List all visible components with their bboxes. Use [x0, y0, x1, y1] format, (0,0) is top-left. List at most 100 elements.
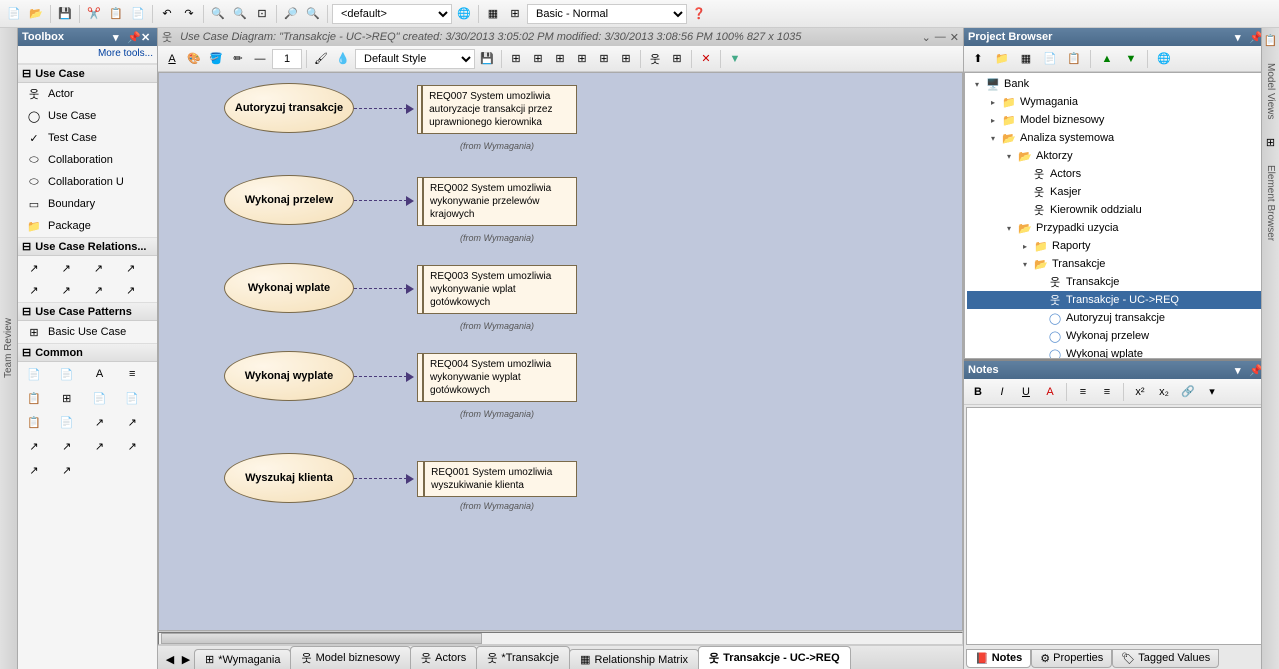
align3-icon[interactable]: ⊞	[550, 49, 570, 69]
c1-icon[interactable]: 📄	[26, 366, 42, 382]
c9-icon[interactable]: 📋	[26, 414, 42, 430]
dropdown2-icon[interactable]: ▾	[1202, 382, 1222, 402]
pb-t4-icon[interactable]: 📄	[1040, 49, 1060, 69]
pin-icon[interactable]: 📌	[127, 31, 139, 43]
sub-icon[interactable]: x₂	[1154, 382, 1174, 402]
usecase-przelew[interactable]: Wykonaj przelew	[224, 175, 354, 225]
tree-kierownik[interactable]: 웃Kierownik oddzialu	[967, 201, 1276, 219]
c7-icon[interactable]: 📄	[92, 390, 108, 406]
connector-2[interactable]	[354, 200, 412, 201]
line-width[interactable]	[272, 49, 302, 69]
c17-icon[interactable]: ↗	[26, 462, 42, 478]
new-icon[interactable]: 📄	[4, 4, 24, 24]
rel3-icon[interactable]: ↗	[91, 260, 107, 276]
tab-transakcje[interactable]: 웃*Transakcje	[476, 646, 570, 669]
pb-down-icon[interactable]: ▼	[1121, 49, 1141, 69]
rel5-icon[interactable]: ↗	[26, 282, 42, 298]
tab-model-biznesowy[interactable]: 웃Model biznesowy	[290, 646, 411, 669]
tab-next[interactable]: ▶	[178, 649, 194, 669]
tree-transakcje-req[interactable]: 웃Transakcje - UC->REQ	[967, 291, 1276, 309]
section-usecase[interactable]: ⊟Use Case	[18, 64, 157, 83]
notes-tab-notes[interactable]: 📕Notes	[966, 649, 1031, 668]
italic-icon[interactable]: I	[992, 382, 1012, 402]
align1-icon[interactable]: ⊞	[506, 49, 526, 69]
tab-actors[interactable]: 웃Actors	[410, 646, 477, 669]
notes-tab-properties[interactable]: ⚙Properties	[1031, 649, 1112, 668]
rr-icon1[interactable]: 📋	[1264, 34, 1278, 47]
c12-icon[interactable]: ↗	[124, 414, 140, 430]
tab-relationship-matrix[interactable]: ▦Relationship Matrix	[569, 649, 699, 669]
search2-icon[interactable]: 🔍	[303, 4, 323, 24]
c6-icon[interactable]: ⊞	[59, 390, 75, 406]
c8-icon[interactable]: 📄	[124, 390, 140, 406]
pb-t1-icon[interactable]: ⬆	[968, 49, 988, 69]
bold-icon[interactable]: B	[968, 382, 988, 402]
pb-dropdown-icon[interactable]: ▾	[1235, 31, 1247, 43]
text-color-icon[interactable]: A	[1040, 382, 1060, 402]
notes-dropdown-icon[interactable]: ▾	[1235, 364, 1247, 376]
usecase-wyplate[interactable]: Wykonaj wyplate	[224, 351, 354, 401]
style-select[interactable]: Default Style	[355, 49, 475, 69]
align5-icon[interactable]: ⊞	[594, 49, 614, 69]
minimize-icon[interactable]: —	[935, 31, 946, 44]
diagram-canvas[interactable]: Autoryzuj transakcje REQ007 System umozl…	[158, 72, 963, 631]
req-001[interactable]: REQ001 System umozliwia wyszukiwanie kli…	[417, 461, 577, 497]
c18-icon[interactable]: ↗	[59, 462, 75, 478]
chevron-down-icon[interactable]: ⌄	[922, 31, 931, 44]
undo-icon[interactable]: ↶	[157, 4, 177, 24]
tab-wymagania[interactable]: ⊞*Wymagania	[194, 649, 291, 669]
cut-icon[interactable]: ✂️	[84, 4, 104, 24]
usecase-autoryzuj[interactable]: Autoryzuj transakcje	[224, 83, 354, 133]
item-actor[interactable]: 웃Actor	[18, 83, 157, 105]
connector-3[interactable]	[354, 288, 412, 289]
rel8-icon[interactable]: ↗	[123, 282, 139, 298]
notes-tab-tagged[interactable]: 🏷Tagged Values	[1112, 649, 1219, 668]
line-color-icon[interactable]: ✏	[228, 49, 248, 69]
help-icon[interactable]: 🌐	[454, 4, 474, 24]
align4-icon[interactable]: ⊞	[572, 49, 592, 69]
rel1-icon[interactable]: ↗	[26, 260, 42, 276]
connector-4[interactable]	[354, 376, 412, 377]
item-collaboration-u[interactable]: ⬭Collaboration U	[18, 171, 157, 193]
paste-icon[interactable]: 📄	[128, 4, 148, 24]
tab-transakcje-req[interactable]: 웃Transakcje - UC->REQ	[698, 646, 851, 669]
tree-model-biznesowy[interactable]: ▸📁Model biznesowy	[967, 111, 1276, 129]
connector-1[interactable]	[354, 108, 412, 109]
c15-icon[interactable]: ↗	[92, 438, 108, 454]
tree-wykonaj-wplate[interactable]: ◯Wykonaj wplate	[967, 345, 1276, 359]
more-tools-link[interactable]: More tools...	[18, 46, 157, 64]
tree-transakcje[interactable]: ▾📂Transakcje	[967, 255, 1276, 273]
copy-icon[interactable]: 📋	[106, 4, 126, 24]
c13-icon[interactable]: ↗	[26, 438, 42, 454]
grid-icon[interactable]: ▦	[483, 4, 503, 24]
save-icon[interactable]: 💾	[55, 4, 75, 24]
tool2-icon[interactable]: ⊞	[667, 49, 687, 69]
sup-icon[interactable]: x²	[1130, 382, 1150, 402]
color-icon[interactable]: 🎨	[184, 49, 204, 69]
rr-icon2[interactable]: ⊞	[1266, 136, 1275, 149]
dropper-icon[interactable]: 💧	[333, 49, 353, 69]
model-views-tab[interactable]: Model Views	[1263, 57, 1278, 126]
c11-icon[interactable]: ↗	[92, 414, 108, 430]
item-package[interactable]: 📁Package	[18, 215, 157, 237]
fill-icon[interactable]: 🪣	[206, 49, 226, 69]
left-rail[interactable]: Team Review	[0, 28, 18, 669]
default-combo[interactable]: <default>	[332, 4, 452, 24]
item-usecase[interactable]: ◯Use Case	[18, 105, 157, 127]
rel2-icon[interactable]: ↗	[58, 260, 74, 276]
align6-icon[interactable]: ⊞	[616, 49, 636, 69]
pb-up-icon[interactable]: ▲	[1097, 49, 1117, 69]
rel7-icon[interactable]: ↗	[91, 282, 107, 298]
zoom-in-icon[interactable]: 🔍	[208, 4, 228, 24]
underline-icon[interactable]: U	[1016, 382, 1036, 402]
save-style-icon[interactable]: 💾	[477, 49, 497, 69]
c5-icon[interactable]: 📋	[26, 390, 42, 406]
item-boundary[interactable]: ▭Boundary	[18, 193, 157, 215]
tree-kasjer[interactable]: 웃Kasjer	[967, 183, 1276, 201]
team-review-tab[interactable]: Team Review	[3, 318, 14, 378]
link-icon[interactable]: 🔗	[1178, 382, 1198, 402]
tree-przypadki[interactable]: ▾📂Przypadki uzycia	[967, 219, 1276, 237]
tool1-icon[interactable]: 웃	[645, 49, 665, 69]
tree-raporty[interactable]: ▸📁Raporty	[967, 237, 1276, 255]
align2-icon[interactable]: ⊞	[528, 49, 548, 69]
